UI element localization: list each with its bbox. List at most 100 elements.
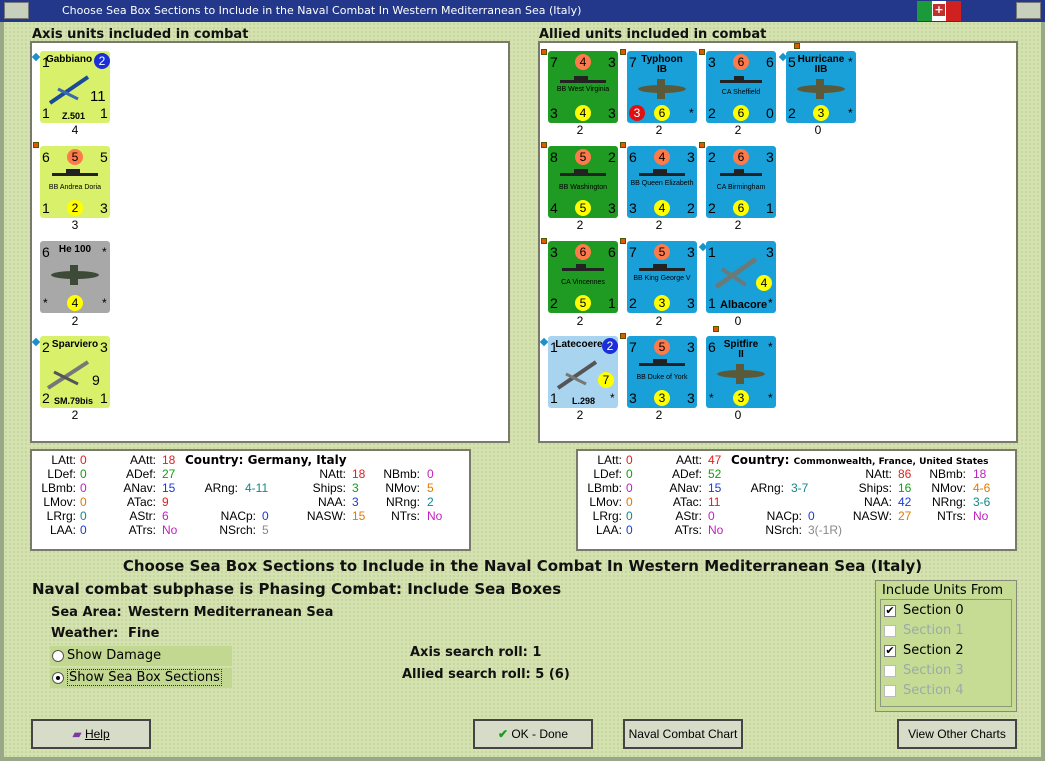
allied-astr: 0 <box>708 509 715 523</box>
axis-country: Country: Germany, Italy <box>185 453 347 467</box>
allied-lmov: 0 <box>626 495 633 509</box>
allied-naa: 42 <box>898 495 912 509</box>
section-3-checkbox[interactable] <box>884 665 896 677</box>
allied-nasw: 27 <box>898 509 912 523</box>
label-adef: ADef: <box>125 467 156 481</box>
section-2-checkbox[interactable]: ✔ <box>884 645 896 657</box>
allied-country: Country: Commonwealth, France, United St… <box>731 453 989 467</box>
axis-arng: 4-11 <box>245 481 269 495</box>
show-damage-label: Show Damage <box>67 648 162 663</box>
radio-off-icon <box>52 650 64 662</box>
section-3-label: Section 3 <box>903 663 964 678</box>
axis-lmov: 0 <box>80 495 87 509</box>
unit-counter-vincennes[interactable]: 3 6 6 CA Vincennes 2 5 1 <box>548 241 618 313</box>
ok-done-button[interactable]: ✔ OK - Done <box>473 719 593 749</box>
axis-nmov: 5 <box>427 481 434 495</box>
allied-lrrg: 0 <box>626 509 633 523</box>
section-4-checkbox[interactable] <box>884 685 896 697</box>
label-lmov: LMov: <box>589 495 622 509</box>
fighter-plane-icon <box>51 265 99 285</box>
axis-ships: 3 <box>352 481 359 495</box>
battleship-icon <box>639 169 685 176</box>
allied-ldef: 0 <box>626 467 633 481</box>
unit-counter-he-100[interactable]: 6 He 100 * * 4 * <box>40 241 110 313</box>
subphase-text: Naval combat subphase is Phasing Combat:… <box>32 580 562 598</box>
damage-marker-icon <box>33 142 39 148</box>
biplane-icon <box>714 256 758 290</box>
allied-nacp: 0 <box>808 509 815 523</box>
section-1-checkbox[interactable] <box>884 625 896 637</box>
label-nacp: NACp: <box>766 509 802 523</box>
show-sea-box-sections-radio[interactable]: Show Sea Box Sections <box>50 668 232 688</box>
label-atrs: ATrs: <box>674 523 702 537</box>
axis-anav: 15 <box>162 481 176 495</box>
damage-marker-icon <box>699 49 705 55</box>
axis-astr: 6 <box>162 509 169 523</box>
allied-nsrch: 3(-1R) <box>808 523 843 537</box>
unit-count: 2 <box>576 314 584 328</box>
help-button[interactable]: ▰ Help <box>31 719 151 749</box>
naval-combat-chart-button[interactable]: Naval Combat Chart <box>623 719 743 749</box>
unit-counter-andrea-doria[interactable]: 6 5 5 BB Andrea Doria 1 2 3 <box>40 146 110 218</box>
label-nmov: NMov: <box>385 481 420 495</box>
unit-count: 4 <box>71 123 79 137</box>
label-nacp: NACp: <box>220 509 256 523</box>
axis-atrs: No <box>162 523 178 537</box>
show-damage-radio[interactable]: Show Damage <box>50 646 232 666</box>
label-laa: LAA: <box>49 523 76 537</box>
label-nrng: NRng: <box>931 495 966 509</box>
close-button[interactable] <box>1016 2 1041 19</box>
allied-adef: 52 <box>708 467 722 481</box>
allied-natt: 86 <box>898 467 912 481</box>
axis-atac: 9 <box>162 495 169 509</box>
unit-counter-spitfire[interactable]: 6 Spitfire II * * 3 * <box>706 336 776 408</box>
unit-counter-sparviero[interactable]: 2 Sparviero 3 9 2 SM.79bis 1 <box>40 336 110 408</box>
unit-counter-king-george-v[interactable]: 7 5 3 BB King George V 2 3 3 <box>627 241 697 313</box>
battleship-icon <box>560 169 606 176</box>
label-anav: ANav: <box>123 481 156 495</box>
cruiser-icon <box>720 169 762 176</box>
window-title: Choose Sea Box Sections to Include in th… <box>62 4 582 17</box>
section-0-label: Section 0 <box>903 603 964 618</box>
unit-counter-queen-elizabeth[interactable]: 6 4 3 BB Queen Elizabeth 3 4 2 <box>627 146 697 218</box>
unit-count: 2 <box>576 218 584 232</box>
weather-value: Fine <box>128 626 160 641</box>
axis-ldef: 0 <box>80 467 87 481</box>
damage-marker-icon <box>699 142 705 148</box>
window-menu-button[interactable] <box>4 2 29 19</box>
allied-anav: 15 <box>708 481 722 495</box>
cruiser-icon <box>562 264 604 271</box>
damage-marker-icon <box>620 238 626 244</box>
unit-count: 2 <box>655 408 663 422</box>
damage-marker-icon <box>620 142 626 148</box>
allied-arng: 3-7 <box>791 481 809 495</box>
unit-counter-west-virginia[interactable]: 7 4 3 BB West Virginia 3 4 3 <box>548 51 618 123</box>
label-arng: ARng: <box>204 481 238 495</box>
label-natt: NAtt: <box>865 467 892 481</box>
unit-counter-washington[interactable]: 8 5 2 BB Washington 4 5 3 <box>548 146 618 218</box>
unit-count: 3 <box>71 218 79 232</box>
unit-counter-albacore[interactable]: 1 3 4 1 Albacore * <box>706 241 776 313</box>
view-other-charts-button[interactable]: View Other Charts <box>897 719 1017 749</box>
damage-marker-icon <box>541 142 547 148</box>
fighter-plane-icon <box>797 79 845 99</box>
unit-counter-birmingham[interactable]: 2 6 3 CA Birmingham 2 6 1 <box>706 146 776 218</box>
axis-natt: 18 <box>352 467 366 481</box>
allied-nbmb: 18 <box>973 467 987 481</box>
unit-counter-typhoon[interactable]: 7 Typhoon IB 3 6 * <box>627 51 697 123</box>
unit-counter-duke-of-york[interactable]: 7 5 3 BB Duke of York 3 3 3 <box>627 336 697 408</box>
axis-aatt: 18 <box>162 453 176 467</box>
unit-counter-sheffield[interactable]: 3 6 6 CA Sheffield 2 6 0 <box>706 51 776 123</box>
axis-nrng: 2 <box>427 495 434 509</box>
allied-ntrs: No <box>973 509 989 523</box>
unit-counter-hurricane[interactable]: 5 Hurricane IIB * 2 3 * <box>786 51 856 123</box>
label-ntrs: NTrs: <box>391 509 420 523</box>
unit-counter-gabbiano[interactable]: 1 Gabbiano 2 11 1 Z.501 1 <box>40 51 110 123</box>
label-lrrg: LRrg: <box>592 509 622 523</box>
unit-counter-latecoere[interactable]: 1 Latecoere 2 7 1 L.298 * <box>548 336 618 408</box>
section-0-checkbox[interactable]: ✔ <box>884 605 896 617</box>
include-title: Include Units From <box>882 583 1004 598</box>
damage-marker-icon <box>713 326 719 332</box>
help-book-icon: ▰ <box>72 727 82 741</box>
seaplane-icon <box>556 360 598 390</box>
